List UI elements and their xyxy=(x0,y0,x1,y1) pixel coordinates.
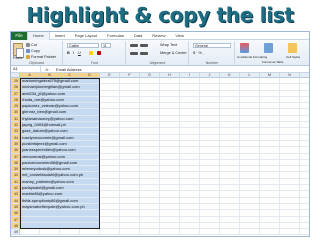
row-header[interactable]: 49 xyxy=(11,229,20,236)
italic-button[interactable]: I xyxy=(73,51,74,55)
font-group: Calibri 11 B I U Font xyxy=(64,41,126,65)
ribbon: Paste Cut Copy Format Painter Clipboard … xyxy=(11,40,309,66)
tab-insert[interactable]: Insert xyxy=(50,32,70,40)
page-title: Highlight & copy the list xyxy=(26,3,294,27)
number-group: General $ · % , Number xyxy=(190,41,235,65)
column-header[interactable]: C xyxy=(60,73,80,77)
tab-view[interactable]: View xyxy=(170,32,189,40)
align-center-icon[interactable] xyxy=(140,52,148,55)
bold-button[interactable]: B xyxy=(67,51,70,55)
align-middle-icon[interactable] xyxy=(140,44,148,47)
align-top-icon[interactable] xyxy=(130,44,138,47)
tab-home[interactable]: Home xyxy=(27,32,50,40)
formula-input[interactable]: Email Address xyxy=(53,67,82,72)
wrap-text-button[interactable]: Wrap Text xyxy=(160,43,177,47)
styles-group: Conditional Formatting Format as Table C… xyxy=(236,41,309,65)
table-row[interactable]: 49 xyxy=(11,229,309,236)
tab-file[interactable]: File xyxy=(11,32,27,40)
column-header[interactable]: A xyxy=(20,73,40,77)
conditional-formatting-button[interactable]: Conditional Formatting xyxy=(237,55,267,59)
clipboard-group: Paste Cut Copy Format Painter Clipboard xyxy=(11,41,63,65)
font-size-select[interactable]: 11 xyxy=(101,43,111,48)
currency-button[interactable]: $ · % , xyxy=(193,51,204,55)
font-label: Font xyxy=(90,61,98,65)
row-cells[interactable] xyxy=(20,229,309,236)
column-header[interactable]: F xyxy=(120,73,140,77)
cell-styles-icon[interactable] xyxy=(288,43,297,53)
spreadsheet-grid[interactable]: A B C D E F G H I J K L M N 25 mariominga… xyxy=(11,73,309,236)
copy-button[interactable]: Copy xyxy=(31,49,40,53)
tab-formulas[interactable]: Formulas xyxy=(102,32,129,40)
column-header[interactable]: G xyxy=(140,73,160,77)
conditional-formatting-icon[interactable] xyxy=(240,43,249,53)
clipboard-label: Clipboard xyxy=(29,61,44,65)
font-color-icon[interactable] xyxy=(97,51,101,55)
merge-center-button[interactable]: Merge & Center xyxy=(160,51,187,55)
selection-highlight xyxy=(20,222,100,229)
column-header[interactable]: M xyxy=(260,73,280,77)
column-header[interactable]: L xyxy=(240,73,260,77)
selection-highlight xyxy=(20,210,100,216)
tab-data[interactable]: Data xyxy=(129,32,147,40)
column-header[interactable]: I xyxy=(180,73,200,77)
name-box[interactable]: A1 xyxy=(11,66,41,72)
fill-color-icon[interactable] xyxy=(89,51,93,55)
column-header[interactable]: E xyxy=(100,73,120,77)
cut-button[interactable]: Cut xyxy=(31,43,37,47)
column-header[interactable]: K xyxy=(220,73,240,77)
alignment-group: Wrap Text Merge & Center Alignment xyxy=(127,41,189,65)
select-all-corner[interactable] xyxy=(11,73,20,77)
cell-styles-button[interactable]: Cell Styles xyxy=(286,55,300,59)
alignment-label: Alignment xyxy=(149,61,166,65)
paste-button[interactable]: Paste xyxy=(13,56,23,60)
formula-bar: A1 fx Email Address xyxy=(11,66,309,73)
excel-window: File Home Insert Page Layout Formulas Da… xyxy=(10,31,310,237)
row-list: 25 mariomingalerz679@gmail.com 26 michaelpl… xyxy=(11,78,309,236)
column-header[interactable]: B xyxy=(40,73,60,77)
column-header[interactable]: N xyxy=(280,73,300,77)
paste-icon[interactable] xyxy=(13,43,24,58)
column-header[interactable]: H xyxy=(160,73,180,77)
column-header[interactable]: J xyxy=(200,73,220,77)
underline-button[interactable]: U xyxy=(78,51,81,55)
tab-page-layout[interactable]: Page Layout xyxy=(70,32,102,40)
ribbon-tabs: File Home Insert Page Layout Formulas Da… xyxy=(11,32,309,40)
fx-icon[interactable]: fx xyxy=(41,67,53,72)
tab-review[interactable]: Review xyxy=(147,32,170,40)
selection-highlight xyxy=(20,216,100,222)
format-table-icon[interactable] xyxy=(264,43,273,53)
font-name-select[interactable]: Calibri xyxy=(67,43,99,48)
align-left-icon[interactable] xyxy=(130,52,138,55)
format-table-button[interactable]: Format as Table xyxy=(262,60,283,64)
scissors-icon xyxy=(26,43,30,47)
number-format-select[interactable]: General xyxy=(193,43,231,48)
number-label: Number xyxy=(205,61,219,65)
format-painter-button[interactable]: Format Painter xyxy=(31,55,56,59)
column-header[interactable]: D xyxy=(80,73,100,77)
format-painter-icon xyxy=(26,55,30,59)
copy-icon xyxy=(26,49,30,53)
